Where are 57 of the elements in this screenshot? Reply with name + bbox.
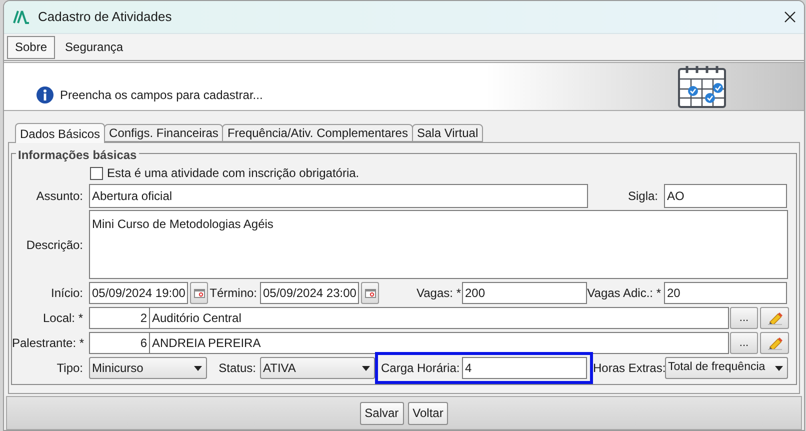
info-icon [36, 86, 54, 104]
field-label: Status: [218, 360, 257, 377]
text-field[interactable]: 200 [462, 282, 587, 304]
field-label: Início: [50, 285, 84, 302]
name-field[interactable]: Auditório Central [149, 307, 729, 329]
field-label: Horas Extras: [593, 360, 665, 377]
text-area[interactable]: Mini Curso de Metodologias Agéis [89, 210, 788, 279]
text-field[interactable]: AO [664, 184, 787, 208]
calendar-button[interactable] [361, 282, 379, 304]
action-button[interactable]: Voltar [408, 402, 448, 424]
calendar-button[interactable] [190, 282, 208, 304]
calendar-icon [364, 288, 376, 298]
caret-icon [362, 366, 370, 370]
dropdown[interactable]: Total de frequência [665, 357, 788, 379]
date-field[interactable]: 05/09/2024 19:00 [89, 282, 188, 304]
app-logo-icon [13, 10, 29, 24]
field-label: Carga Horária: [380, 360, 461, 377]
field-label: Sigla: [626, 188, 659, 205]
tab[interactable]: Configs. Financeiras [104, 124, 224, 142]
action-button[interactable]: Salvar [360, 402, 404, 424]
pencil-icon [766, 336, 782, 350]
field-label: Vagas: * [416, 285, 462, 302]
field-label: Palestrante: * [12, 335, 86, 352]
calendar-icon [194, 288, 204, 298]
header-message: Preencha os campos para cadastrar... [60, 86, 263, 104]
tab[interactable]: Dados Básicos [15, 123, 106, 143]
menu-item[interactable]: Sobre [7, 36, 56, 58]
name-field[interactable]: ANDREIA PEREIRA [149, 332, 729, 354]
field-label: Vagas Adic.: * [587, 285, 662, 302]
text-field[interactable]: 20 [664, 282, 787, 304]
edit-button[interactable] [760, 332, 789, 354]
field-label: Tipo: [56, 360, 84, 377]
text-field[interactable]: 4 [462, 357, 587, 379]
calendar-icon [678, 66, 726, 108]
edit-button[interactable] [760, 307, 789, 329]
window-title: Cadastro de Atividades [38, 8, 172, 26]
field-label: Local: * [42, 310, 84, 327]
browse-button[interactable]: ... [730, 307, 758, 329]
caret-icon [775, 366, 783, 370]
pencil-icon [766, 311, 782, 325]
browse-button[interactable]: ... [730, 332, 758, 354]
field-label: Assunto: [35, 188, 84, 205]
dropdown[interactable]: ATIVA [260, 357, 375, 379]
menu-item[interactable]: Segurança [57, 36, 132, 58]
checkbox-label: Esta é uma atividade com inscrição obrigatória. [107, 165, 360, 182]
field-label: Término: [208, 285, 258, 302]
checkbox[interactable] [90, 166, 103, 180]
close-icon [784, 11, 796, 23]
caret-icon [194, 366, 202, 370]
dropdown[interactable]: Minicurso [89, 357, 207, 379]
date-field[interactable]: 05/09/2024 23:00 [260, 282, 359, 304]
field-label: Descrição: [25, 236, 84, 254]
code-field[interactable]: 6 [89, 332, 150, 354]
tab[interactable]: Sala Virtual [412, 124, 484, 142]
text-field[interactable]: Abertura oficial [89, 184, 588, 208]
tab[interactable]: Frequência/Ativ. Complementares [222, 124, 413, 142]
code-field[interactable]: 2 [89, 307, 150, 329]
